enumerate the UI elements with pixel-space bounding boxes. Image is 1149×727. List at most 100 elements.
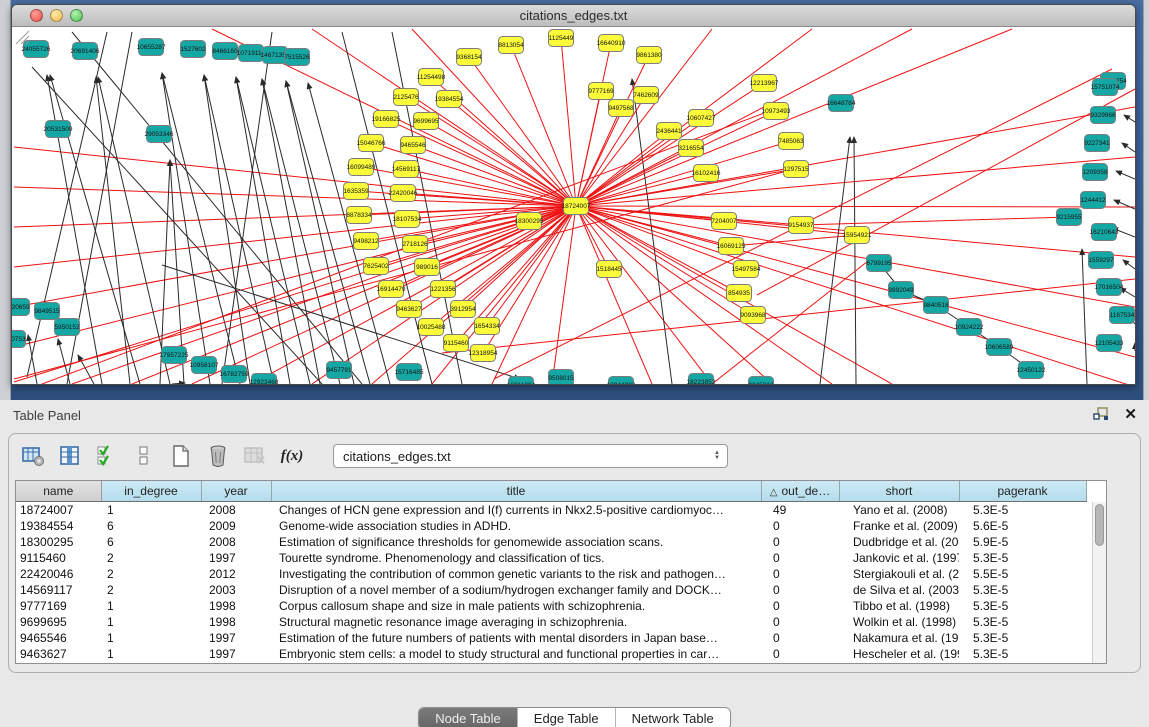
graph-node[interactable]: 1167534 <box>1110 307 1135 324</box>
table-cell[interactable]: 2 <box>101 582 201 598</box>
table-row[interactable]: 1938455462009Genome-wide association stu… <box>16 518 1086 534</box>
graph-node[interactable]: 8466160 <box>212 43 238 60</box>
graph-node[interactable]: 2125476 <box>393 89 419 106</box>
table-cell[interactable]: 6 <box>101 534 201 550</box>
graph-node[interactable]: 1297515 <box>783 161 809 178</box>
graph-node[interactable]: 19166825 <box>372 111 401 128</box>
graph-node[interactable]: 9849515 <box>34 303 60 320</box>
table-cell[interactable]: 0 <box>761 534 839 550</box>
graph-node[interactable]: 9861380 <box>636 47 662 64</box>
graph-node[interactable]: 9497568 <box>608 100 634 117</box>
graph-node[interactable]: 16648784 <box>827 95 856 112</box>
table-selector-dropdown[interactable]: citations_edges.txt ▲▼ <box>333 444 728 468</box>
column-header-pagerank[interactable]: pagerank <box>959 481 1086 501</box>
graph-node[interactable]: 10973493 <box>762 103 791 120</box>
close-window-button[interactable] <box>30 9 43 22</box>
table-cell[interactable]: Wolkin et al. (1998) <box>839 614 959 630</box>
table-cell[interactable]: 5.3E-5 <box>959 598 1086 614</box>
select-all-rows-icon[interactable] <box>93 443 121 469</box>
graph-node[interactable]: 10655287 <box>137 39 166 56</box>
graph-node[interactable]: 7485063 <box>778 133 804 150</box>
table-cell[interactable]: 0 <box>761 646 839 662</box>
graph-node[interactable]: 9699695 <box>413 113 439 130</box>
table-row[interactable]: 977716911998Corpus callosum shape and si… <box>16 598 1086 614</box>
table-cell[interactable]: Estimation of significance thresholds fo… <box>271 534 761 550</box>
zoom-window-button[interactable] <box>70 9 83 22</box>
table-cell[interactable]: Hescheler et al. (1997) <box>839 646 959 662</box>
graph-node[interactable]: 9777169 <box>588 83 614 100</box>
table-cell[interactable]: 9115460 <box>16 550 101 566</box>
graph-node[interactable]: 18223852 <box>687 374 716 385</box>
window-titlebar[interactable]: citations_edges.txt <box>12 5 1135 27</box>
citation-network-graph[interactable]: 2405572620691406106552871527602846616010… <box>12 27 1135 384</box>
graph-node[interactable]: 16914479 <box>377 281 406 298</box>
table-cell[interactable]: 0 <box>761 598 839 614</box>
graph-node[interactable]: 12213967 <box>750 75 779 92</box>
graph-node[interactable]: 16210643 <box>1090 224 1119 241</box>
table-cell[interactable]: 5.9E-5 <box>959 534 1086 550</box>
graph-node[interactable]: 1635359 <box>343 183 369 200</box>
table-cell[interactable]: 5.3E-5 <box>959 582 1086 598</box>
table-row[interactable]: 969969511998Structural magnetic resonanc… <box>16 614 1086 630</box>
graph-node[interactable]: 15954921 <box>843 227 872 244</box>
scrollbar-thumb[interactable] <box>1095 504 1104 546</box>
table-cell[interactable]: 0 <box>761 550 839 566</box>
table-cell[interactable]: 0 <box>761 630 839 646</box>
graph-node[interactable]: 9368154 <box>456 49 482 66</box>
graph-node[interactable]: 8813054 <box>498 37 524 54</box>
table-cell[interactable]: 0 <box>761 614 839 630</box>
table-row[interactable]: 946554611997Estimation of the future num… <box>16 630 1086 646</box>
graph-node[interactable]: 10607427 <box>687 110 716 127</box>
graph-node[interactable]: 9215955 <box>1056 209 1082 226</box>
table-row[interactable]: 1872400712008Changes of HCN gene express… <box>16 501 1086 518</box>
graph-node[interactable]: 10606589 <box>985 339 1014 356</box>
graph-node[interactable]: 10944822 <box>607 377 636 385</box>
graph-node[interactable]: 1654334 <box>474 318 500 335</box>
table-row[interactable]: 1830029562008Estimation of significance … <box>16 534 1086 550</box>
graph-node[interactable]: 1527602 <box>180 41 206 58</box>
table-cell[interactable]: Corpus callosum shape and size in male p… <box>271 598 761 614</box>
graph-node[interactable]: 9115460 <box>444 335 469 352</box>
minimize-window-button[interactable] <box>50 9 63 22</box>
table-cell[interactable]: Stergiakouli et al. (2012) <box>839 566 959 582</box>
table-cell[interactable]: 0 <box>761 582 839 598</box>
graph-node[interactable]: 1244412 <box>1080 192 1106 209</box>
show-columns-icon[interactable] <box>56 443 84 469</box>
table-cell[interactable]: 2009 <box>201 518 271 534</box>
graph-node[interactable]: 2436441 <box>656 123 682 140</box>
table-cell[interactable]: 19384554 <box>16 518 101 534</box>
graph-node[interactable]: 1810753 <box>12 331 26 348</box>
graph-node[interactable]: 1518445 <box>596 261 622 278</box>
table-cell[interactable]: Genome-wide association studies in ADHD. <box>271 518 761 534</box>
table-scrollbar[interactable] <box>1092 502 1106 663</box>
graph-node[interactable]: 11254498 <box>417 69 446 86</box>
graph-node[interactable]: 18724007 <box>562 198 591 215</box>
table-cell[interactable]: Structural magnetic resonance image aver… <box>271 614 761 630</box>
graph-node[interactable]: 15046766 <box>357 135 386 152</box>
column-header-out_de[interactable]: △out_de… <box>761 481 839 501</box>
table-cell[interactable]: 1997 <box>201 646 271 662</box>
table-cell[interactable]: 18724007 <box>16 501 101 518</box>
graph-node[interactable]: 15716485 <box>395 364 424 381</box>
table-cell[interactable]: Nakamura et al. (1997) <box>839 630 959 646</box>
function-builder-icon[interactable]: f(x) <box>278 443 306 469</box>
table-cell[interactable]: 18300295 <box>16 534 101 550</box>
graph-node[interactable]: 9154937 <box>788 217 814 234</box>
table-cell[interactable]: 22420046 <box>16 566 101 582</box>
graph-node[interactable]: 17016504 <box>1095 279 1124 296</box>
table-cell[interactable]: 1998 <box>201 598 271 614</box>
graph-node[interactable]: 16099489 <box>347 159 376 176</box>
graph-node[interactable]: 12105433 <box>1095 335 1124 352</box>
graph-node[interactable]: 9498212 <box>353 233 379 250</box>
graph-node[interactable]: 16640910 <box>597 35 626 52</box>
table-cell[interactable]: de Silva et al. (2003) <box>839 582 959 598</box>
table-cell[interactable]: 1 <box>101 598 201 614</box>
graph-node[interactable]: 6799195 <box>866 255 892 272</box>
graph-node[interactable]: 12923468 <box>250 374 279 385</box>
graph-node[interactable]: 9093968 <box>740 307 766 324</box>
graph-node[interactable]: 10924222 <box>955 319 984 336</box>
graph-node[interactable]: 1209358 <box>1082 164 1108 181</box>
graph-node[interactable]: 18107534 <box>393 211 422 228</box>
graph-node[interactable]: 3912954 <box>450 301 476 318</box>
table-cell[interactable]: 5.3E-5 <box>959 550 1086 566</box>
